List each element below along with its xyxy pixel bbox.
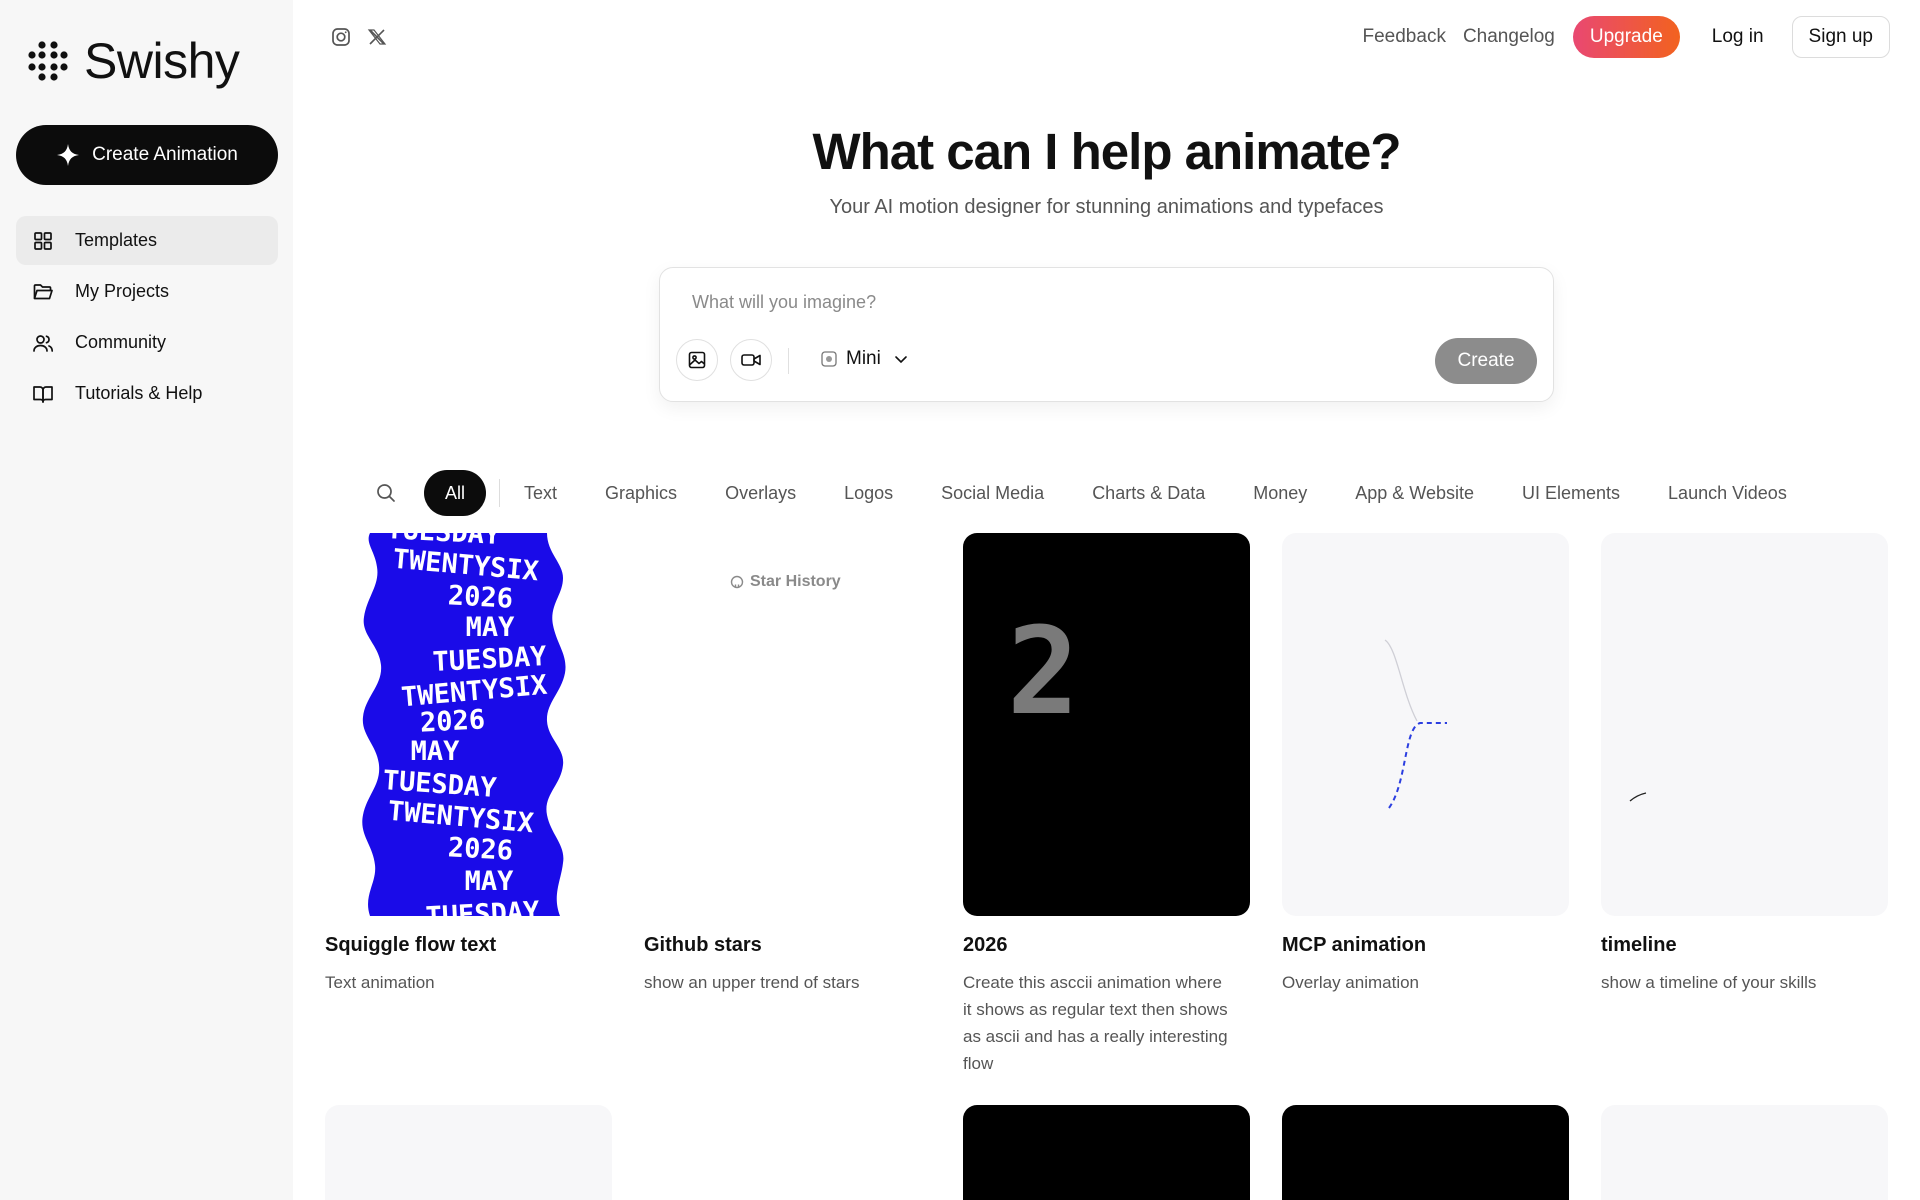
tab-launch-videos[interactable]: Launch Videos [1668,483,1787,504]
video-icon [741,354,761,366]
sidebar-item-community[interactable]: Community [16,318,278,367]
chevron-down-icon [893,351,909,367]
brand-logo[interactable]: Swishy [26,33,240,89]
logo-dots-icon [28,41,68,81]
tab-text[interactable]: Text [524,483,557,504]
card-description: Create this asccii animation where it sh… [963,973,1228,1073]
card-description: Text animation [325,973,435,992]
attach-video-button[interactable] [730,339,772,381]
attach-image-button[interactable] [676,339,718,381]
tab-graphics[interactable]: Graphics [605,483,677,504]
search-icon[interactable] [372,479,400,507]
prompt-input[interactable] [692,292,1492,313]
card-thumbnail: 2 [963,533,1250,916]
x-icon[interactable] [366,26,388,48]
card-title: timeline [1601,934,1677,956]
signup-button[interactable]: Sign up [1791,16,1890,58]
grid-icon [32,230,54,252]
star-history-text: Star History [750,573,841,590]
tab-charts-data[interactable]: Charts & Data [1092,483,1205,504]
changelog-link[interactable]: Changelog [1463,26,1555,48]
folder-icon [32,281,54,303]
squiggle-word: MAY [411,736,461,767]
hero-title: What can I help animate? [812,123,1401,180]
brand-name: Swishy [84,33,240,89]
card-description: show an upper trend of stars [644,973,860,992]
card-title: MCP animation [1282,934,1427,956]
card-title: Github stars [644,934,762,956]
template-card-preview[interactable] [963,1105,1250,1200]
squiggle-word: 2026 [447,832,514,866]
model-name: Mini [846,348,881,369]
divider [499,479,501,507]
users-icon [32,332,54,354]
template-card[interactable]: TUESDAY TWENTYSIX 2026 MAY TUESDAY TWENT… [325,533,612,992]
feedback-link[interactable]: Feedback [1363,26,1446,48]
sidebar-item-label: Community [75,332,167,352]
category-tabs: All Text Graphics Overlays Logos Social … [372,469,1787,517]
squiggle-word: MAY [466,612,516,643]
tab-app-website[interactable]: App & Website [1355,483,1474,504]
template-card[interactable]: MCP animation Overlay animation [1282,533,1569,992]
mcp-curve-preview [1384,639,1447,809]
template-card-preview[interactable] [1601,1105,1888,1200]
card-thumbnail: TUESDAY TWENTYSIX 2026 MAY TUESDAY TWENT… [325,533,612,916]
tab-money[interactable]: Money [1253,483,1307,504]
sidebar-item-templates[interactable]: Templates [16,216,278,265]
tab-overlays[interactable]: Overlays [725,483,796,504]
card-thumbnail [1601,533,1888,916]
star-history-label: Star History [730,573,841,591]
tab-all[interactable]: All [424,470,487,516]
squiggle-word: 2026 [447,580,514,614]
top-navigation: Feedback Changelog Upgrade Log in Sign u… [1363,16,1890,58]
login-button[interactable]: Log in [1712,26,1764,48]
github-icon [730,575,744,589]
model-selector[interactable]: Mini [820,348,909,370]
card-title: Squiggle flow text [325,934,497,956]
sparkle-icon [57,144,80,166]
sidebar-item-my-projects[interactable]: My Projects [16,267,278,316]
template-card-preview[interactable] [325,1105,612,1200]
template-card-preview[interactable] [1282,1105,1569,1200]
sidebar-item-label: Tutorials & Help [75,383,203,403]
squiggle-word: 2026 [419,704,486,738]
card-thumbnail [1282,533,1569,916]
prompt-box: Mini Create [659,267,1554,402]
ascii-digit: 2 [1007,603,1080,742]
squiggle-text-preview: TUESDAY TWENTYSIX 2026 MAY TUESDAY TWENT… [362,533,566,916]
card-description: Overlay animation [1282,973,1420,992]
hero-subtitle: Your AI motion designer for stunning ani… [829,196,1384,218]
tab-ui-elements[interactable]: UI Elements [1522,483,1620,504]
template-card[interactable]: 2 2026 Create this asccii animation wher… [963,533,1250,1073]
tab-logos[interactable]: Logos [844,483,893,504]
sidebar-item-label: My Projects [75,281,170,301]
create-animation-button[interactable]: Create Animation [16,125,278,185]
timeline-preview [1629,792,1647,802]
create-submit-button[interactable]: Create [1435,338,1537,384]
social-links [330,26,388,48]
sidebar-nav: Templates My Projects Community Tutorial… [16,216,278,420]
tab-social-media[interactable]: Social Media [941,483,1044,504]
card-title: 2026 [963,934,1008,956]
template-card[interactable]: Star History Github stars show an upper … [644,533,931,992]
upgrade-button[interactable]: Upgrade [1572,16,1680,58]
squiggle-word: MAY [465,866,515,897]
sidebar-item-tutorials-help[interactable]: Tutorials & Help [16,369,278,418]
book-icon [32,383,54,405]
divider [788,348,789,374]
model-chip-icon [820,350,838,368]
instagram-icon[interactable] [330,26,352,48]
image-icon [688,351,706,369]
sidebar-item-label: Templates [75,230,158,250]
create-animation-label: Create Animation [92,144,238,165]
template-card[interactable]: timeline show a timeline of your skills [1601,533,1888,992]
sidebar: Swishy Create Animation Templates My Pro… [0,0,293,1200]
card-thumbnail: Star History [644,533,931,916]
card-description: show a timeline of your skills [1601,973,1817,992]
